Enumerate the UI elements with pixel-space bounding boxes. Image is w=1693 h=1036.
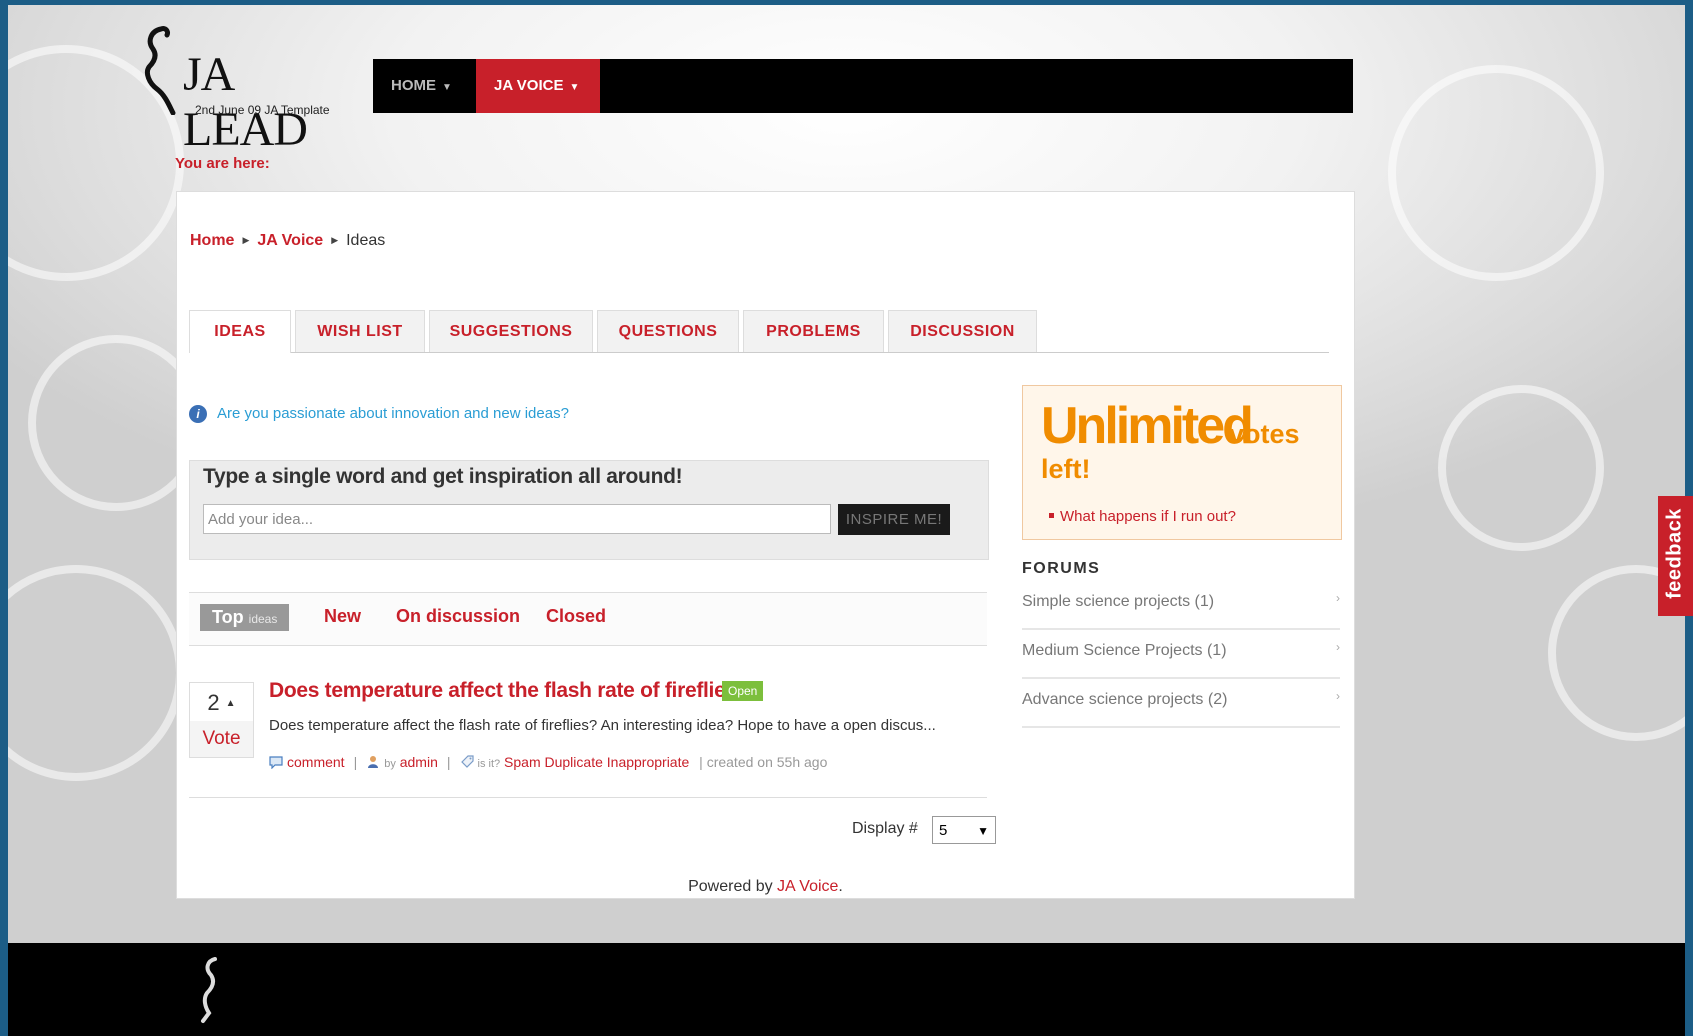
main-navigation: HOME ▼ JA VOICE ▼ [373,59,1353,113]
decorative-swirl [1438,385,1604,551]
breadcrumb-current: Ideas [346,232,386,249]
created-time: | created on 55h ago [699,754,828,770]
seahorse-footer-icon [201,957,217,1023]
tab-suggestions[interactable]: SUGGESTIONS [429,310,593,352]
forum-item[interactable]: Simple science projects (1) › [1022,581,1340,630]
filter-top-label: Top [212,607,244,627]
inspire-me-button[interactable]: INSPIRE ME! [838,504,950,535]
tag-icon [460,755,474,768]
powered-prefix: Powered by [688,878,778,895]
divider [189,797,987,798]
breadcrumb-separator-icon: ▶ [331,235,339,245]
feedback-tab[interactable]: feedback [1658,496,1693,616]
by-label: by [384,758,396,770]
promo-left: left! [1041,454,1091,484]
display-count-value: 5 [939,822,948,839]
feedback-label: feedback [1663,508,1686,599]
run-out-label: What happens if I run out? [1060,508,1236,525]
chevron-down-icon: ▼ [569,82,580,93]
comment-icon [269,756,283,769]
user-icon [368,756,379,768]
content-panel: Home ▶ JA Voice ▶ Ideas IDEAS WISH LIST SUGG… [176,191,1355,899]
forum-label: Advance science projects (2) [1022,691,1228,708]
tab-questions[interactable]: QUESTIONS [597,310,739,352]
filter-new[interactable]: New [324,606,361,627]
nav-ja-voice-label: JA VOICE [494,77,564,94]
powered-by-link[interactable]: JA Voice [777,878,838,895]
idea-meta: comment | by admin | is it? Spam Duplicate I… [269,754,827,770]
flag-inappropriate-link[interactable]: Inappropriate [607,754,690,770]
bullet-icon [1049,513,1054,518]
breadcrumb-home-link[interactable]: Home [190,232,234,249]
tab-discussion[interactable]: DISCUSSION [888,310,1037,352]
chevron-right-icon: › [1336,689,1340,703]
tab-wish-list[interactable]: WISH LIST [295,310,425,352]
forums-heading: FORUMS [1022,560,1101,577]
vote-count: 2 ▲ [190,683,253,722]
forum-item[interactable]: Medium Science Projects (1) › [1022,630,1340,679]
decorative-swirl [8,565,184,781]
tab-problems[interactable]: PROBLEMS [743,310,884,352]
info-text[interactable]: Are you passionate about innovation and … [217,405,569,422]
inspire-box: Type a single word and get inspiration a… [189,460,989,560]
filter-top-ideas[interactable]: Top ideas [200,604,290,631]
breadcrumb-ja-voice-link[interactable]: JA Voice [257,232,323,249]
idea-filters: Top ideas New On discussion Closed [189,592,987,646]
run-out-link[interactable]: What happens if I run out? [1049,508,1236,525]
powered-by: Powered by JA Voice. [177,878,1354,896]
flag-spam-link[interactable]: Spam [504,754,541,770]
breadcrumb: Home ▶ JA Voice ▶ Ideas [190,232,385,250]
idea-description: Does temperature affect the flash rate o… [269,717,936,734]
votes-promo-box: Unlimited votes left! What happens if I … [1022,385,1342,540]
info-message: i Are you passionate about innovation and… [189,405,569,423]
info-icon: i [189,405,207,423]
forum-label: Medium Science Projects (1) [1022,642,1227,659]
promo-unlimited: Unlimited [1041,397,1254,455]
footer [8,943,1685,1036]
chevron-down-icon: ▼ [442,82,452,93]
tab-ideas[interactable]: IDEAS [189,310,291,353]
is-it-label: is it? [477,758,501,770]
vote-button[interactable]: Vote [190,721,253,757]
page-background: JA LEAD 2nd June 09 JA Template HOME ▼ JA… [8,5,1685,1036]
chevron-right-icon: › [1336,640,1340,654]
decorative-swirl [1388,65,1604,281]
forum-label: Simple science projects (1) [1022,593,1215,610]
nav-home-label: HOME [391,77,436,94]
forum-item[interactable]: Advance science projects (2) › [1022,679,1340,728]
filter-on-discussion[interactable]: On discussion [396,606,520,627]
comment-link[interactable]: comment [287,754,345,770]
filter-top-small: ideas [248,612,278,626]
filter-closed[interactable]: Closed [546,606,606,627]
display-count-select[interactable]: 5 ▼ [932,816,996,844]
vote-up-icon[interactable]: ▲ [226,698,236,709]
promo-votes: votes [1229,419,1300,449]
you-are-here-label: You are here: [175,155,270,172]
idea-title-link[interactable]: Does temperature affect the flash rate o… [269,679,750,703]
idea-input[interactable] [203,504,831,534]
nav-item-home[interactable]: HOME ▼ [373,59,476,113]
logo-title: JA LEAD [183,48,308,156]
category-tabs: IDEAS WISH LIST SUGGESTIONS QUESTIONS PR… [189,310,1329,353]
site-logo[interactable]: JA LEAD 2nd June 09 JA Template [143,25,353,156]
flag-duplicate-link[interactable]: Duplicate [545,754,603,770]
logo-subtitle: 2nd June 09 JA Template [195,103,330,117]
meta-separator: | [353,754,358,770]
inspire-heading: Type a single word and get inspiration a… [203,465,683,488]
powered-suffix: . [838,878,843,895]
nav-item-ja-voice[interactable]: JA VOICE ▼ [476,59,600,113]
status-badge: Open [722,681,764,701]
vote-count-value: 2 [207,690,220,715]
author-link[interactable]: admin [400,754,438,770]
breadcrumb-separator-icon: ▶ [242,235,250,245]
meta-separator: | [446,754,451,770]
chevron-down-icon: ▼ [977,824,989,838]
vote-box: 2 ▲ Vote [189,682,254,758]
chevron-right-icon: › [1336,591,1340,605]
display-label: Display # [852,820,918,837]
